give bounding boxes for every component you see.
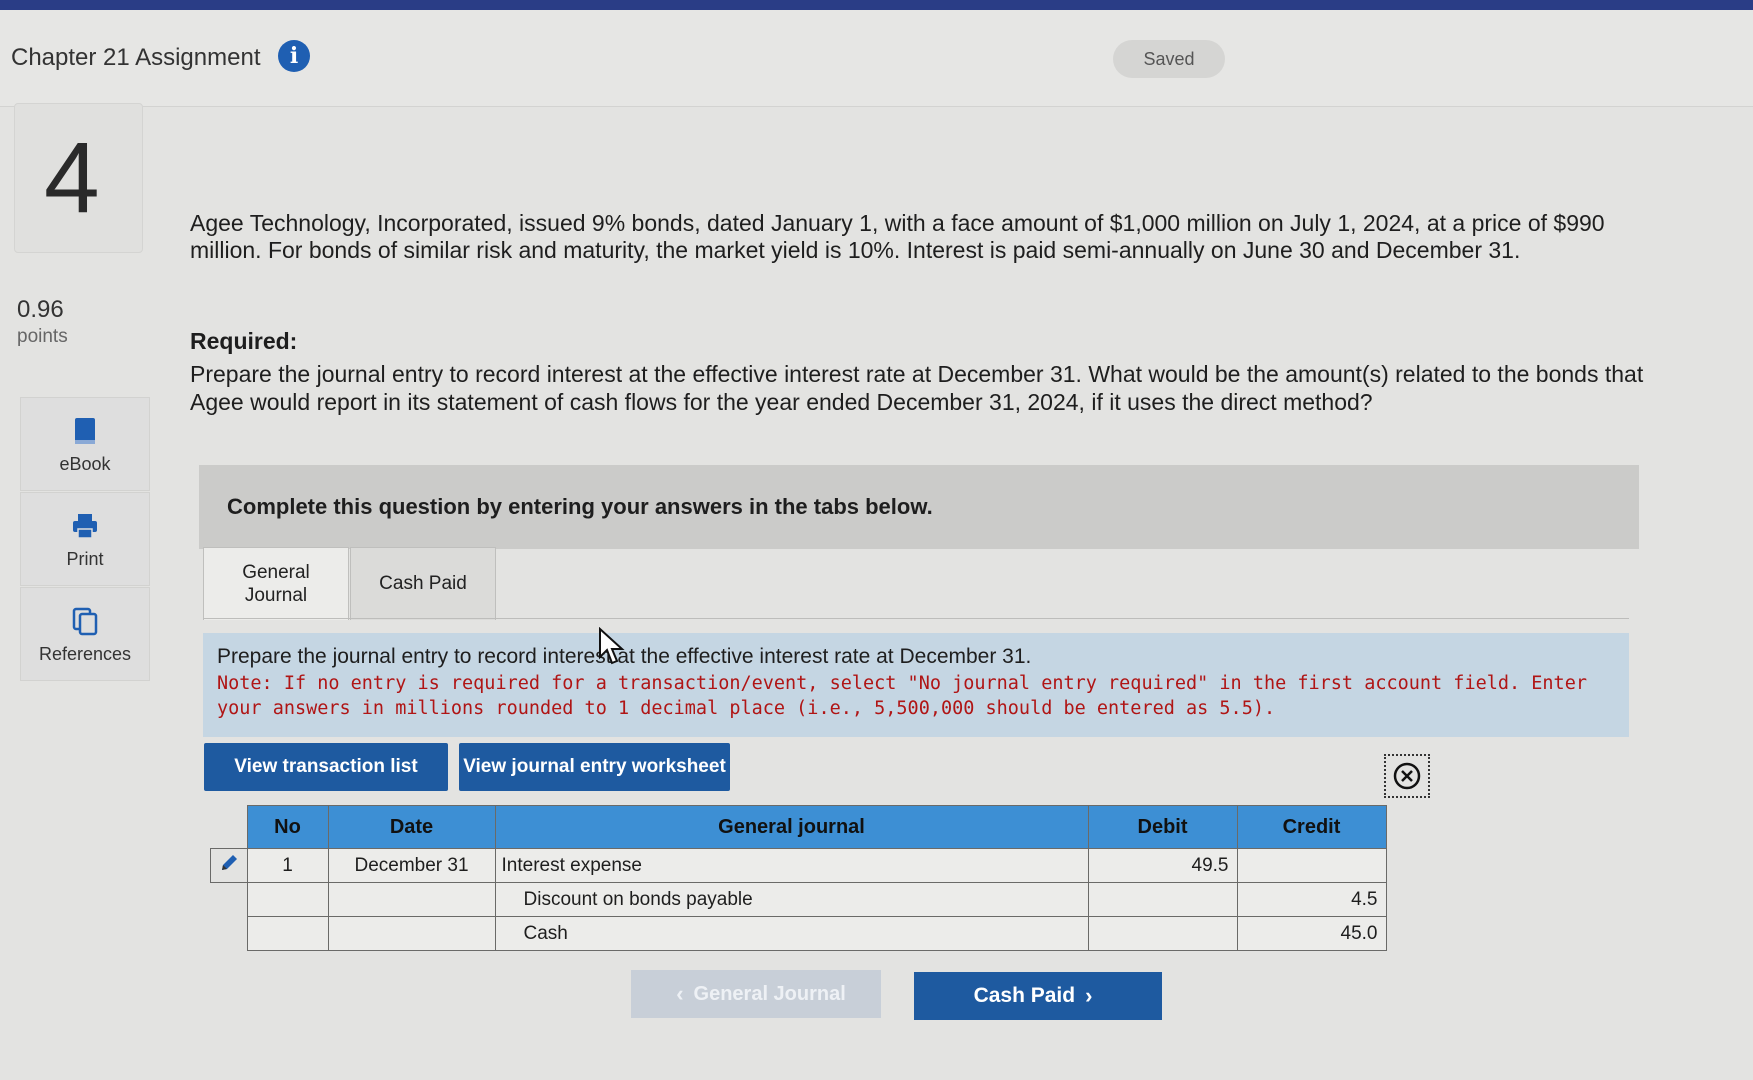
col-header-account: General journal (494, 805, 1089, 849)
table-row: Cash 45.0 (211, 916, 1387, 951)
tab-general-journal[interactable]: General Journal (203, 547, 349, 620)
row-number (246, 916, 329, 951)
table-row: 1 December 31 Interest expense 49.5 (210, 848, 1387, 883)
print-label: Print (66, 549, 104, 569)
print-button[interactable]: Print (20, 492, 150, 586)
references-button[interactable]: References (20, 587, 150, 681)
table-row: Discount on bonds payable 4.5 (211, 882, 1387, 917)
prev-tab-button[interactable]: ‹ General Journal (631, 970, 881, 1018)
chevron-left-icon: ‹ (676, 981, 684, 1006)
view-journal-worksheet-button[interactable]: View journal entry worksheet (459, 743, 730, 791)
row-credit: 4.5 (1236, 882, 1387, 917)
instructions-banner: Complete this question by entering your … (199, 465, 1639, 549)
row-date (327, 882, 496, 917)
instruction-note: Note: If no entry is required for a tran… (217, 673, 1587, 719)
info-icon[interactable]: i (278, 40, 310, 72)
col-header-debit: Debit (1087, 805, 1238, 849)
col-header-credit: Credit (1236, 805, 1387, 849)
problem-text: Agee Technology, Incorporated, issued 9%… (190, 210, 1605, 263)
assignment-title: Chapter 21 Assignment (11, 44, 261, 71)
points-value: 0.96 (17, 296, 64, 323)
edit-cell-empty (211, 883, 248, 917)
pencil-icon (221, 854, 237, 870)
row-account: Interest expense (494, 848, 1089, 883)
row-number: 1 (246, 848, 329, 883)
edit-column-header (211, 806, 248, 849)
copy-icon (72, 607, 98, 636)
next-tab-label: Cash Paid (973, 984, 1076, 1007)
prev-tab-label: General Journal (693, 982, 846, 1005)
tab-cash-paid-label: Cash Paid (379, 573, 467, 594)
question-number: 4 (44, 122, 100, 234)
tab-cash-paid[interactable]: Cash Paid (350, 547, 496, 620)
circle-x-icon (1393, 762, 1421, 790)
col-header-no: No (246, 805, 329, 849)
row-credit: 45.0 (1236, 916, 1387, 951)
tab-instructions: Prepare the journal entry to record inte… (203, 633, 1629, 737)
tab-general-journal-label: General Journal (242, 562, 310, 606)
book-icon (75, 418, 95, 444)
row-credit (1236, 848, 1387, 883)
row-date (327, 916, 496, 951)
row-account: Cash (494, 916, 1089, 951)
view-transaction-list-button[interactable]: View transaction list (204, 743, 448, 791)
row-debit (1087, 882, 1238, 917)
next-tab-button[interactable]: Cash Paid › (914, 972, 1162, 1020)
points-label: points (17, 326, 68, 347)
references-label: References (38, 644, 132, 664)
journal-entry-table: No Date General journal Debit Credit 1 D… (210, 805, 1387, 951)
banner-text: Complete this question by entering your … (227, 494, 933, 519)
ebook-label: eBook (59, 454, 111, 474)
col-header-date: Date (327, 805, 496, 849)
printer-icon (73, 514, 97, 539)
required-label: Required: (190, 328, 298, 354)
mouse-cursor-icon (599, 627, 625, 665)
assignment-header: Chapter 21 Assignment i Saved (0, 10, 1753, 107)
required-text: Prepare the journal entry to record inte… (190, 361, 1644, 415)
chevron-right-icon: › (1085, 983, 1093, 1008)
row-debit: 49.5 (1087, 848, 1238, 883)
tab-divider (203, 618, 1629, 619)
saved-status-badge: Saved (1113, 40, 1225, 78)
row-account: Discount on bonds payable (494, 882, 1089, 917)
close-icon[interactable] (1384, 754, 1430, 798)
row-debit (1087, 916, 1238, 951)
edit-row-button[interactable] (210, 848, 248, 883)
top-accent-bar (0, 0, 1753, 10)
instruction-line: Prepare the journal entry to record inte… (217, 645, 1032, 668)
ebook-button[interactable]: eBook (20, 397, 150, 491)
edit-cell-empty (211, 917, 248, 951)
row-number (246, 882, 329, 917)
row-date: December 31 (327, 848, 496, 883)
